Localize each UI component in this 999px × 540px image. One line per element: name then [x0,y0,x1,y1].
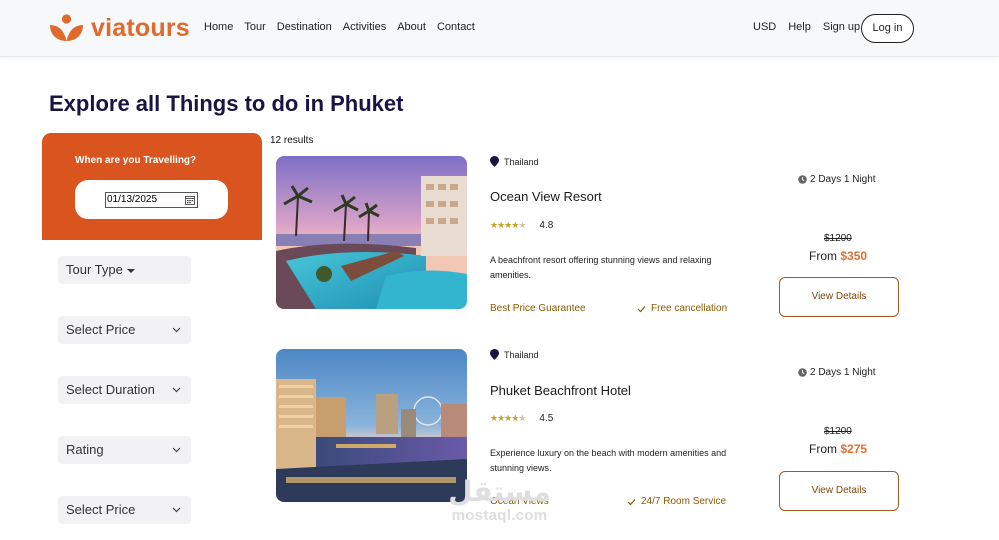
star-icon: ★ [511,413,519,423]
map-pin-icon [490,156,499,167]
filter-duration-label: Select Duration [66,382,155,397]
chevron-down-icon [172,327,181,333]
star-icon: ★ [504,413,512,423]
travel-date-label: When are you Travelling? [75,155,197,166]
old-price: $1200 [824,426,852,437]
location-text: Thailand [504,156,539,167]
old-price: $1200 [824,233,852,244]
results-count: 12 results [270,135,314,146]
site-header: viatours Home Tour Destination Activitie… [0,0,999,57]
date-picker-wrapper: 01/13/2025 [75,180,228,219]
filter-price-2[interactable]: Select Price [58,496,191,524]
filter-duration[interactable]: Select Duration [58,376,191,404]
nav-contact[interactable]: Contact [437,21,475,33]
nav-activities[interactable]: Activities [343,21,386,33]
price-from: From $275 [809,442,867,456]
currency-selector[interactable]: USD [753,21,776,33]
filter-tour-type-label: Tour Type [66,262,123,277]
travel-date-panel: When are you Travelling? 01/13/2025 [42,133,262,240]
feature-tag: Free cancellation [637,303,727,314]
star-icon: ★ [497,220,505,230]
duration-text: 2 Days 1 Night [810,367,876,378]
tour-description: Experience luxury on the beach with mode… [490,448,727,473]
star-icon: ★ [490,220,498,230]
tour-description: A beachfront resort offering stunning vi… [490,255,712,280]
price-from: From $350 [809,249,867,263]
clock-icon [798,368,807,377]
star-icon: ★ [518,220,526,230]
nav-tour[interactable]: Tour [244,21,265,33]
from-label: From [809,249,837,263]
page-title: Explore all Things to do in Phuket [49,91,404,116]
nav-about[interactable]: About [397,21,426,33]
tour-image[interactable] [276,156,467,309]
location-tag: Thailand [490,156,539,167]
date-value: 01/13/2025 [107,194,158,205]
filter-tour-type[interactable]: Tour Type [58,256,191,284]
logo-icon [50,14,83,41]
check-icon [637,305,646,312]
feature-text: Free cancellation [651,303,728,314]
watermark-arabic: مستقل [448,475,551,508]
feature-text: 24/7 Room Service [641,496,727,507]
star-icon: ★ [504,220,512,230]
duration-text: 2 Days 1 Night [810,174,876,185]
from-label: From [809,442,837,456]
location-text: Thailand [504,349,539,360]
feature-tag: 24/7 Room Service [627,496,726,507]
filter-rating-label: Rating [66,442,104,457]
filter-price[interactable]: Select Price [58,316,191,344]
chevron-down-icon [172,447,181,453]
price-amount: $275 [840,442,868,456]
check-icon [627,498,636,505]
nav-home[interactable]: Home [204,21,233,33]
logo-text: viatours [91,14,190,42]
filter-rating[interactable]: Rating [58,436,191,464]
date-input[interactable]: 01/13/2025 [105,192,198,208]
main-nav: Home Tour Destination Activities About C… [204,21,486,33]
price-guarantee: Best Price Guarantee [490,303,586,314]
clock-icon [798,175,807,184]
caret-down-icon [126,268,135,273]
login-button[interactable]: Log in [861,14,914,43]
calendar-icon[interactable] [185,195,195,205]
view-details-button[interactable]: View Details [779,471,899,511]
chevron-down-icon [172,507,181,513]
price-amount: $350 [840,249,868,263]
watermark: مستقل mostaql.com [438,476,561,524]
rating-value: 4.5 [539,413,554,424]
logo[interactable]: viatours [49,14,190,42]
duration: 2 Days 1 Night [798,174,876,185]
watermark-latin: mostaql.com [451,507,548,524]
star-icon: ★ [490,413,498,423]
star-rating: ★ ★ ★ ★ ★ 4.5 [490,413,553,424]
star-icon: ★ [511,220,519,230]
tour-title[interactable]: Phuket Beachfront Hotel [490,383,631,398]
nav-destination[interactable]: Destination [277,21,332,33]
map-pin-icon [490,349,499,360]
filter-price-2-label: Select Price [66,502,136,517]
star-icon: ★ [497,413,505,423]
location-tag: Thailand [490,349,539,360]
duration: 2 Days 1 Night [798,367,876,378]
star-icon: ★ [518,413,526,423]
view-details-button[interactable]: View Details [779,277,899,317]
chevron-down-icon [172,387,181,393]
rating-value: 4.8 [539,220,554,231]
help-link[interactable]: Help [788,21,811,33]
tour-title[interactable]: Ocean View Resort [490,189,602,204]
star-rating: ★ ★ ★ ★ ★ 4.8 [490,220,553,231]
filter-price-label: Select Price [66,322,136,337]
account-nav: USD Help Sign up [753,21,872,33]
signup-link[interactable]: Sign up [823,21,860,33]
